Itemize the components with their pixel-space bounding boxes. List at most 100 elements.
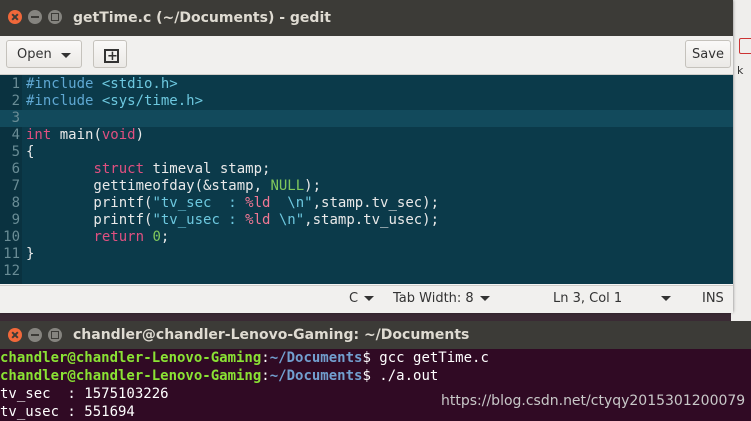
new-document-icon: [104, 43, 119, 71]
watermark: https://blog.csdn.net/ctyqy2015301200079: [441, 393, 746, 409]
code-token: main(: [51, 127, 102, 143]
code-token: \n": [270, 212, 305, 228]
line-number: 11: [3, 246, 20, 262]
code-text: return 0;: [26, 229, 169, 246]
close-icon[interactable]: [8, 10, 22, 24]
code-token: ,stamp.tv_usec);: [304, 212, 440, 228]
code-token: "tv_sec :: [152, 195, 246, 211]
code-line[interactable]: 5{: [0, 144, 733, 161]
code-token: #include: [26, 93, 102, 109]
code-token: printf(: [26, 212, 153, 228]
terminal-line: chandler@chandler-Lenovo-Gaming:~/Docume…: [0, 367, 751, 385]
maximize-icon[interactable]: [48, 328, 62, 342]
code-line[interactable]: 3: [0, 110, 733, 127]
gedit-toolbar: Open Save: [0, 36, 733, 75]
code-token: void: [101, 127, 136, 143]
line-number: 5: [11, 144, 20, 160]
code-token: return: [93, 229, 145, 245]
code-text: #include <sys/time.h>: [26, 93, 203, 110]
code-line[interactable]: 2 #include <sys/time.h>: [0, 93, 733, 110]
chevron-down-icon: [364, 296, 375, 301]
code-token: \n": [270, 195, 313, 211]
background-text-fragment: k: [737, 64, 744, 77]
code-token: gettimeofday(&stamp,: [26, 178, 271, 194]
code-text: }: [26, 246, 34, 263]
new-tab-button[interactable]: [93, 40, 127, 71]
code-line[interactable]: 7 gettimeofday(&stamp, NULL);: [0, 178, 733, 195]
maximize-icon[interactable]: [48, 10, 62, 24]
line-number: 3: [11, 110, 20, 126]
code-text: gettimeofday(&stamp, NULL);: [26, 178, 321, 195]
minimize-icon[interactable]: [28, 328, 42, 342]
language-label: C: [349, 291, 359, 306]
code-token: #include: [26, 76, 102, 92]
terminal-user: chandler@chandler-Lenovo-Gaming: [0, 368, 262, 384]
code-editor[interactable]: 1 #include <stdio.h> 2 #include <sys/time.h…: [0, 75, 733, 284]
code-token: %ld: [245, 195, 271, 211]
terminal-cmd: $ ./a.out: [362, 368, 439, 384]
code-token: }: [26, 246, 35, 262]
code-token: {: [26, 144, 35, 160]
language-selector[interactable]: C: [349, 291, 375, 306]
status-bar: C Tab Width: 8 Ln 3, Col 1 INS: [0, 285, 733, 313]
code-token: ;: [160, 229, 170, 245]
code-text: #include <stdio.h>: [26, 76, 178, 93]
close-icon[interactable]: [8, 328, 22, 342]
line-number: 1: [11, 76, 20, 92]
background-close-box: [739, 38, 751, 54]
gedit-titlebar: getTime.c (~/Documents) - gedit: [0, 0, 733, 36]
terminal-sep: :: [261, 350, 270, 366]
code-line[interactable]: 10 return 0;: [0, 229, 733, 246]
save-button[interactable]: Save: [685, 40, 731, 68]
cursor-position[interactable]: Ln 3, Col 1: [553, 291, 622, 306]
minimize-icon[interactable]: [28, 10, 42, 24]
open-button-label: Open: [17, 47, 52, 62]
code-line[interactable]: 1 #include <stdio.h>: [0, 76, 733, 93]
code-token: %ld: [245, 212, 271, 228]
terminal-titlebar: chandler@chandler-Lenovo-Gaming: ~/Docum…: [0, 321, 751, 349]
open-button[interactable]: Open: [6, 40, 82, 68]
code-text: printf("tv_sec : %ld \n",stamp.tv_sec);: [26, 195, 439, 212]
code-text: printf("tv_usec : %ld \n",stamp.tv_usec)…: [26, 212, 439, 229]
code-token: printf(: [26, 195, 153, 211]
code-line[interactable]: 11}: [0, 246, 733, 263]
chevron-down-icon: [479, 296, 490, 301]
terminal-output[interactable]: chandler@chandler-Lenovo-Gaming:~/Docume…: [0, 349, 751, 421]
code-line[interactable]: 6 struct timeval stamp;: [0, 161, 733, 178]
gedit-window: getTime.c (~/Documents) - gedit Open Sav…: [0, 0, 733, 313]
code-token: int: [26, 127, 52, 143]
tab-width-label: Tab Width: 8: [393, 291, 474, 306]
terminal-cmd: $ gcc getTime.c: [362, 350, 489, 366]
terminal-text: tv_sec : 1575103226: [0, 386, 169, 402]
terminal-title: chandler@chandler-Lenovo-Gaming: ~/Docum…: [73, 327, 470, 343]
terminal-path: ~/Documents: [269, 350, 363, 366]
terminal-line: chandler@chandler-Lenovo-Gaming:~/Docume…: [0, 349, 751, 367]
terminal-sep: :: [261, 368, 270, 384]
code-token: timeval stamp;: [144, 161, 271, 177]
code-line[interactable]: 9 printf("tv_usec : %ld \n",stamp.tv_use…: [0, 212, 733, 229]
window-title: getTime.c (~/Documents) - gedit: [73, 10, 331, 26]
line-number: 10: [3, 229, 20, 245]
code-line[interactable]: 8 printf("tv_sec : %ld \n",stamp.tv_sec)…: [0, 195, 733, 212]
code-line[interactable]: 4 int main(void): [0, 127, 733, 144]
code-text: struct timeval stamp;: [26, 161, 270, 178]
line-number: 6: [11, 161, 20, 177]
tab-width-selector[interactable]: Tab Width: 8: [393, 291, 490, 306]
chevron-down-icon[interactable]: [661, 291, 671, 306]
code-text: {: [26, 144, 34, 161]
line-number: 9: [11, 212, 20, 228]
code-token: ,stamp.tv_sec);: [312, 195, 440, 211]
code-token: );: [304, 178, 322, 194]
line-number: 12: [3, 263, 20, 279]
code-line[interactable]: 12: [0, 263, 733, 280]
line-number: 4: [11, 127, 20, 143]
code-text: int main(void): [26, 127, 144, 144]
terminal-user: chandler@chandler-Lenovo-Gaming: [0, 350, 262, 366]
line-number: 8: [11, 195, 20, 211]
code-token: <sys/time.h>: [101, 93, 204, 109]
code-token: 0: [152, 229, 161, 245]
terminal-path: ~/Documents: [269, 368, 363, 384]
code-token: <stdio.h>: [101, 76, 178, 92]
